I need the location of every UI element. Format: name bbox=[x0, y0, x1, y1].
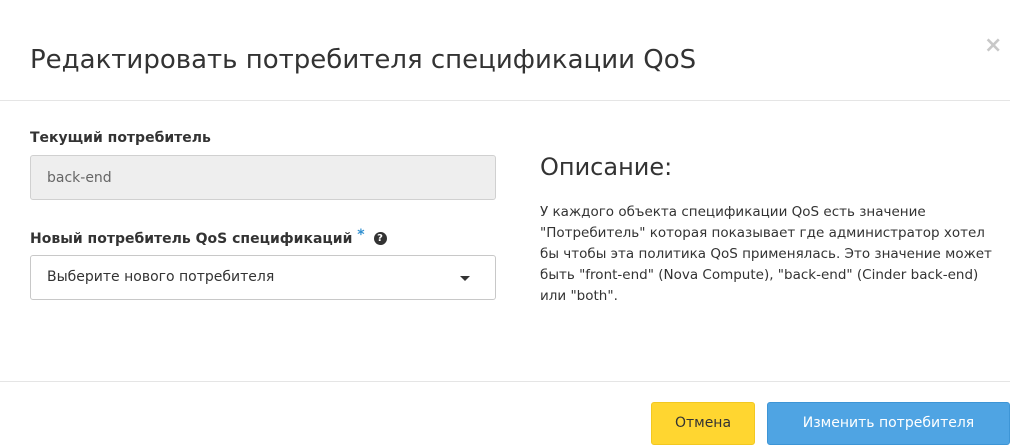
description-title: Описание: bbox=[540, 153, 673, 181]
close-icon[interactable]: × bbox=[984, 35, 1002, 57]
new-consumer-label: Новый потребитель QoS спецификаций * ? bbox=[30, 227, 387, 247]
cancel-button[interactable]: Отмена bbox=[651, 402, 755, 445]
modal-title: Редактировать потребителя спецификации Q… bbox=[30, 45, 697, 75]
description-text: У каждого объекта спецификации QoS есть … bbox=[540, 204, 992, 304]
modal-header: Редактировать потребителя спецификации Q… bbox=[0, 0, 1010, 101]
chevron-down-icon bbox=[460, 276, 470, 281]
new-consumer-select[interactable]: Выберите нового потребителя bbox=[30, 255, 496, 300]
current-consumer-label: Текущий потребитель bbox=[30, 130, 211, 146]
new-consumer-label-text: Новый потребитель QoS спецификаций bbox=[30, 231, 353, 247]
current-consumer-field bbox=[30, 155, 496, 200]
change-consumer-button[interactable]: Изменить потребителя bbox=[767, 402, 1010, 445]
required-marker: * bbox=[357, 227, 365, 243]
help-icon[interactable]: ? bbox=[373, 231, 387, 245]
edit-qos-consumer-modal: Редактировать потребителя спецификации Q… bbox=[0, 0, 1010, 445]
new-consumer-select-value: Выберите нового потребителя bbox=[47, 269, 275, 285]
